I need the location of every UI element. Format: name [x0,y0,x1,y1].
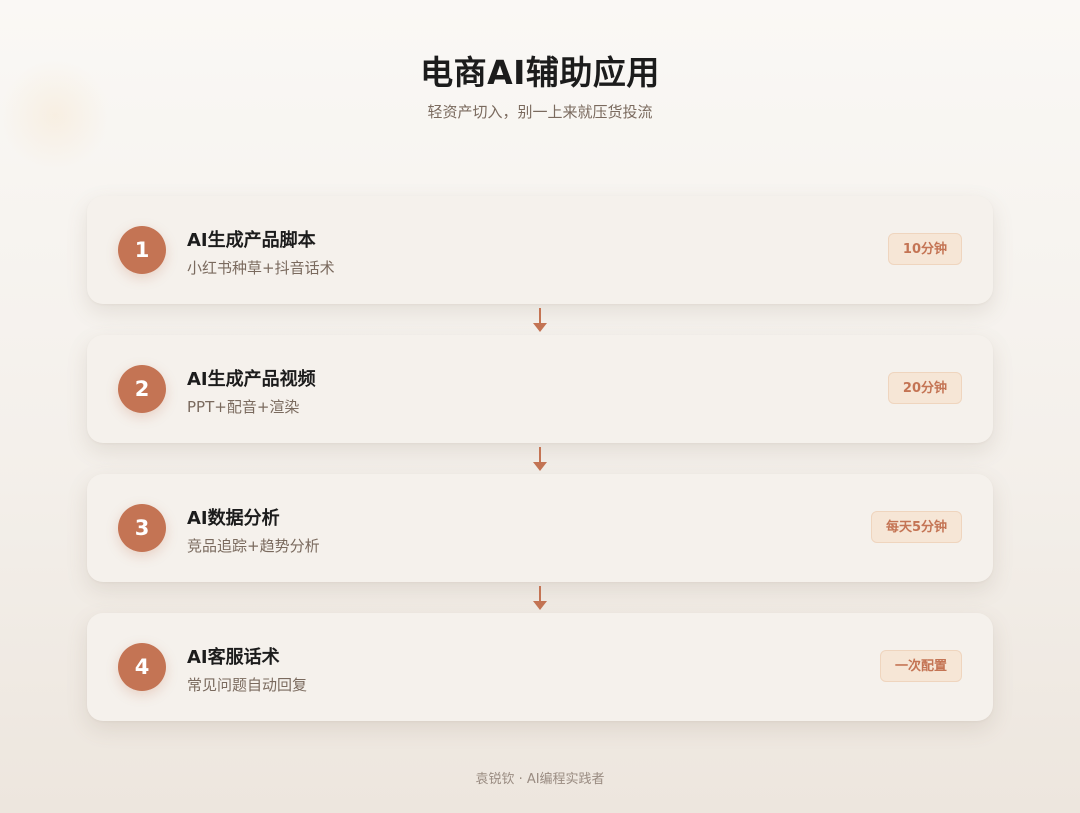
time-badge: 10分钟 [887,233,962,265]
step-connector [87,304,993,335]
page-title: 电商AI辅助应用 [420,53,660,92]
step-card-1: 1 AI生成产品脚本 小红书种草+抖音话术 10分钟 [87,196,993,304]
step-description: 竞品追踪+趋势分析 [187,537,320,555]
footer-credit: 袁锐钦 · AI编程实践者 [475,772,605,787]
arrow-head-icon [533,323,547,332]
step-connector [87,443,993,474]
step-title: AI生成产品脚本 [187,230,316,251]
step-number-badge: 4 [118,643,166,691]
step-title: AI生成产品视频 [187,369,316,390]
step-connector [87,582,993,613]
arrow-head-icon [533,462,547,471]
step-description: 常见问题自动回复 [187,676,308,694]
step-title: AI数据分析 [187,508,280,529]
step-card-2: 2 AI生成产品视频 PPT+配音+渲染 20分钟 [87,335,993,443]
step-number-badge: 3 [118,504,166,552]
step-description: 小红书种草+抖音话术 [187,259,335,277]
step-card-4: 4 AI客服话术 常见问题自动回复 一次配置 [87,613,993,721]
time-badge: 20分钟 [887,372,962,404]
step-number-badge: 2 [118,365,166,413]
time-badge: 一次配置 [879,650,962,682]
step-description: PPT+配音+渲染 [187,398,300,416]
step-number-badge: 1 [118,226,166,274]
arrow-head-icon [533,601,547,610]
step-card-3: 3 AI数据分析 竞品追踪+趋势分析 每天5分钟 [87,474,993,582]
steps-list: 1 AI生成产品脚本 小红书种草+抖音话术 10分钟 2 AI生成产品视频 PP… [87,196,993,721]
time-badge: 每天5分钟 [870,511,962,543]
page-subtitle: 轻资产切入，别一上来就压货投流 [427,103,653,121]
step-title: AI客服话术 [187,647,280,668]
